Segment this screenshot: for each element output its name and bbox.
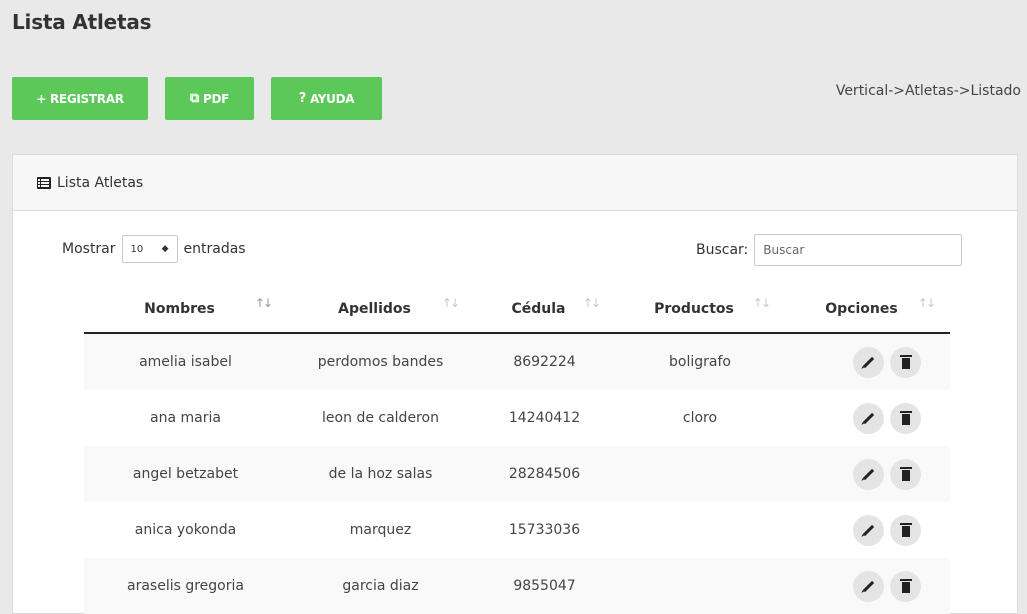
table-row: ana maria leon de calderon 14240412 clor… [84, 390, 950, 446]
entries-select[interactable]: 10 ◆ [121, 235, 178, 263]
athletes-table: Nombres ↑↓ Apellidos ↑↓ Cédula ↑↓ Produc… [84, 285, 950, 614]
cell-opciones [785, 390, 950, 446]
pencil-icon [862, 412, 874, 424]
table-row: angel betzabet de la hoz salas 28284506 [84, 446, 950, 502]
cell-nombres: angel betzabet [84, 446, 287, 502]
length-suffix: entradas [183, 241, 246, 257]
cell-productos [615, 446, 785, 502]
ayuda-label: AYUDA [309, 91, 355, 106]
cell-cedula: 28284506 [474, 446, 615, 502]
select-caret-icon: ◆ [161, 244, 169, 254]
cell-cedula: 9855047 [474, 558, 615, 614]
length-control: Mostrar 10 ◆ entradas [62, 235, 246, 263]
copy-icon: ⧉ [189, 91, 199, 106]
delete-button[interactable] [890, 570, 922, 602]
cell-productos: boligrafo [615, 333, 785, 390]
cell-nombres: anica yokonda [84, 502, 287, 558]
pencil-icon [862, 524, 874, 536]
trash-icon [899, 410, 912, 425]
search-label: Buscar: [696, 242, 749, 258]
cell-apellidos: marquez [287, 502, 474, 558]
sort-arrows-icon: ↑↓ [254, 296, 273, 310]
pencil-icon [862, 356, 874, 368]
athletes-panel: Lista Atletas Mostrar 10 ◆ entradas Busc… [12, 154, 1018, 614]
cell-cedula: 15733036 [474, 502, 615, 558]
page-title: Lista Atletas [12, 10, 152, 34]
search-control: Buscar: [696, 234, 963, 266]
column-header-apellidos[interactable]: Apellidos ↑↓ [287, 285, 474, 334]
sort-arrows-icon: ↑↓ [582, 296, 601, 310]
sort-arrows-icon: ↑↓ [752, 296, 771, 310]
cell-productos [615, 502, 785, 558]
cell-productos: cloro [615, 390, 785, 446]
breadcrumb: Vertical->Atletas->Listado [835, 83, 1021, 99]
panel-header: Lista Atletas [13, 155, 1017, 211]
edit-button[interactable] [852, 514, 884, 546]
table-row: amelia isabel perdomos bandes 8692224 bo… [84, 333, 950, 390]
pdf-button[interactable]: ⧉ PDF [165, 77, 254, 120]
column-header-productos[interactable]: Productos ↑↓ [615, 285, 785, 334]
cell-apellidos: de la hoz salas [287, 446, 474, 502]
edit-button[interactable] [852, 458, 884, 490]
cell-apellidos: leon de calderon [287, 390, 474, 446]
length-prefix: Mostrar [62, 241, 116, 257]
list-icon [37, 176, 51, 189]
cell-opciones [785, 446, 950, 502]
question-icon: ? [298, 91, 307, 106]
table-row: anica yokonda marquez 15733036 [84, 502, 950, 558]
cell-apellidos: garcia diaz [287, 558, 474, 614]
pencil-icon [862, 580, 874, 592]
table-header-row: Nombres ↑↓ Apellidos ↑↓ Cédula ↑↓ Produc… [84, 285, 950, 334]
sort-arrows-icon: ↑↓ [441, 296, 460, 310]
edit-button[interactable] [852, 570, 884, 602]
entries-value: 10 [130, 243, 144, 255]
registrar-label: + REGISTRAR [36, 91, 124, 106]
trash-icon [899, 522, 912, 537]
column-header-nombres[interactable]: Nombres ↑↓ [84, 285, 287, 334]
cell-opciones [785, 333, 950, 390]
delete-button[interactable] [890, 346, 922, 378]
cell-nombres: amelia isabel [84, 333, 287, 390]
trash-icon [899, 354, 912, 369]
ayuda-button[interactable]: ? AYUDA [271, 77, 382, 120]
cell-cedula: 8692224 [474, 333, 615, 390]
delete-button[interactable] [890, 514, 922, 546]
column-header-cedula[interactable]: Cédula ↑↓ [474, 285, 615, 334]
delete-button[interactable] [890, 458, 922, 490]
edit-button[interactable] [852, 346, 884, 378]
pencil-icon [862, 468, 874, 480]
registrar-button[interactable]: + REGISTRAR [12, 77, 148, 120]
cell-cedula: 14240412 [474, 390, 615, 446]
cell-productos [615, 558, 785, 614]
trash-icon [899, 578, 912, 593]
cell-nombres: araselis gregoria [84, 558, 287, 614]
table-row: araselis gregoria garcia diaz 9855047 [84, 558, 950, 614]
trash-icon [899, 466, 912, 481]
edit-button[interactable] [852, 402, 884, 434]
search-input[interactable] [754, 234, 963, 266]
cell-opciones [785, 502, 950, 558]
panel-title: Lista Atletas [57, 174, 144, 191]
cell-apellidos: perdomos bandes [287, 333, 474, 390]
pdf-label: PDF [202, 91, 230, 106]
sort-arrows-icon: ↑↓ [917, 296, 936, 310]
cell-opciones [785, 558, 950, 614]
cell-nombres: ana maria [84, 390, 287, 446]
delete-button[interactable] [890, 402, 922, 434]
column-header-opciones[interactable]: Opciones ↑↓ [785, 285, 950, 334]
